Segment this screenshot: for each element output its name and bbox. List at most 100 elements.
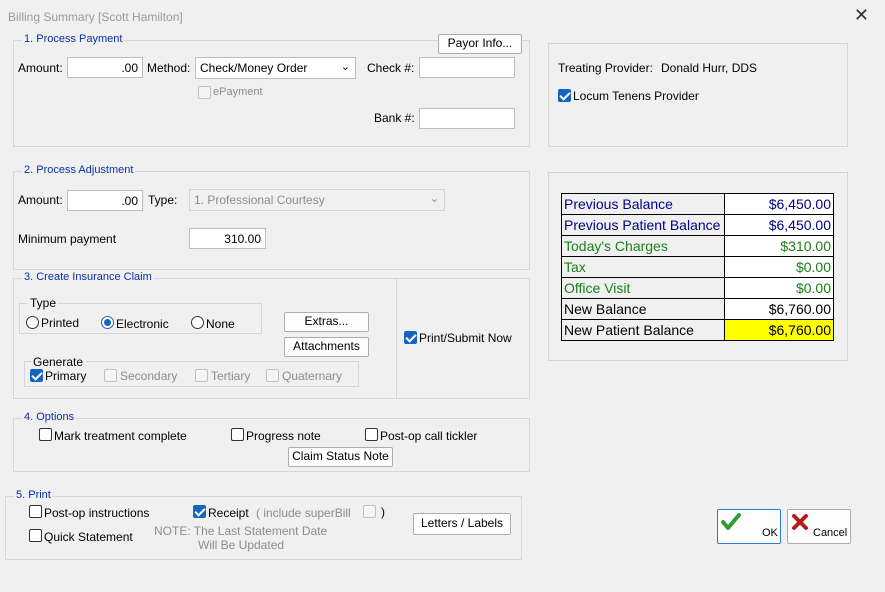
options-group: 4. Options (13, 411, 530, 472)
summary-label: Previous Patient Balance (561, 214, 725, 236)
type-none-label: None (206, 317, 235, 331)
summary-row: New Patient Balance $6,760.00 (561, 319, 834, 341)
type-electronic-radio[interactable] (101, 316, 114, 329)
summary-value: $6,450.00 (724, 193, 834, 215)
cancel-button[interactable]: Cancel (787, 509, 851, 544)
superbill-checkbox[interactable] (363, 505, 376, 518)
postop-tickler-checkbox[interactable] (365, 428, 378, 441)
generate-secondary-checkbox[interactable] (104, 369, 117, 382)
locum-tenens-label: Locum Tenens Provider (573, 89, 699, 103)
print-title: 5. Print (14, 489, 53, 501)
summary-value: $310.00 (724, 235, 834, 257)
treating-provider-label: Treating Provider: (558, 61, 653, 75)
adjustment-type-select[interactable]: 1. Professional Courtesy ⌄ (189, 189, 445, 211)
checkmark-icon (721, 513, 741, 530)
summary-value: $6,760.00 (724, 298, 834, 320)
adjustment-amount-input[interactable]: .00 (67, 190, 143, 211)
type-printed-radio[interactable] (26, 316, 39, 329)
close-paren-label: ) (381, 505, 385, 519)
check-number-input[interactable] (419, 57, 515, 78)
summary-value: $6,450.00 (724, 214, 834, 236)
quick-statement-label: Quick Statement (44, 530, 133, 544)
adjustment-type-label: Type: (148, 193, 178, 207)
minimum-payment-label: Minimum payment (18, 232, 117, 246)
check-label: Check #: (367, 61, 415, 75)
options-title: 4. Options (22, 411, 77, 423)
statement-note-line1: NOTE: The Last Statement Date (154, 524, 328, 538)
generate-quaternary-checkbox[interactable] (266, 369, 279, 382)
generate-label: Generate (31, 355, 86, 369)
mark-complete-label: Mark treatment complete (54, 429, 187, 443)
summary-row: Previous Balance $6,450.00 (561, 193, 834, 215)
bank-number-input[interactable] (419, 108, 515, 129)
summary-label: Tax (561, 256, 725, 278)
adjustment-type-value: 1. Professional Courtesy (194, 193, 325, 207)
process-payment-title: 1. Process Payment (22, 33, 125, 45)
claim-status-note-button[interactable]: Claim Status Note (288, 447, 393, 467)
ok-label: OK (762, 527, 778, 539)
method-value: Check/Money Order (200, 61, 308, 75)
method-select[interactable]: Check/Money Order ⌄ (195, 57, 356, 79)
process-adjustment-group: 2. Process Adjustment (13, 164, 530, 270)
payment-amount-input[interactable]: .00 (67, 57, 143, 78)
summary-row: Tax $0.00 (561, 256, 834, 278)
summary-value: $6,760.00 (724, 319, 834, 341)
generate-tertiary-label: Tertiary (211, 369, 251, 383)
summary-row: New Balance $6,760.00 (561, 298, 834, 320)
summary-row: Today's Charges $310.00 (561, 235, 834, 257)
locum-tenens-checkbox[interactable] (558, 89, 571, 102)
cancel-label: Cancel (813, 527, 848, 539)
summary-row: Previous Patient Balance $6,450.00 (561, 214, 834, 236)
print-submit-checkbox[interactable] (404, 331, 417, 344)
epayment-label: ePayment (213, 86, 263, 98)
method-label: Method: (147, 61, 191, 75)
include-superbill-label: ( include superBill (256, 506, 351, 520)
generate-tertiary-checkbox[interactable] (195, 369, 208, 382)
summary-value: $0.00 (724, 256, 834, 278)
bank-label: Bank #: (374, 111, 415, 125)
type-none-radio[interactable] (191, 316, 204, 329)
attachments-button[interactable]: Attachments (284, 337, 369, 357)
generate-primary-checkbox[interactable] (30, 369, 43, 382)
payment-amount-label: Amount: (18, 61, 63, 75)
postop-tickler-label: Post-op call tickler (380, 429, 478, 443)
summary-label: Office Visit (561, 277, 725, 299)
minimum-payment-input[interactable]: 310.00 (189, 228, 266, 249)
summary-label: Today's Charges (561, 235, 725, 257)
summary-label: New Patient Balance (561, 319, 725, 341)
progress-note-label: Progress note (246, 429, 321, 443)
payor-info-button[interactable]: Payor Info... (438, 34, 522, 54)
letters-labels-button[interactable]: Letters / Labels (413, 513, 511, 535)
claim-type-label: Type (28, 296, 59, 310)
chevron-down-icon: ⌄ (429, 193, 439, 205)
postop-instructions-checkbox[interactable] (29, 505, 42, 518)
receipt-checkbox[interactable] (193, 505, 206, 518)
window-title: Billing Summary [Scott Hamilton] (8, 10, 183, 24)
close-icon[interactable]: ✕ (854, 5, 869, 26)
ok-button[interactable]: OK (717, 509, 781, 544)
epayment-checkbox[interactable] (198, 86, 211, 99)
process-adjustment-title: 2. Process Adjustment (22, 164, 136, 176)
summary-row: Office Visit $0.00 (561, 277, 834, 299)
summary-value: $0.00 (724, 277, 834, 299)
extras-button[interactable]: Extras... (284, 312, 369, 332)
summary-label: New Balance (561, 298, 725, 320)
statement-note-line2: Will Be Updated (198, 538, 285, 552)
title-bar: Billing Summary [Scott Hamilton] ✕ (0, 0, 885, 30)
type-electronic-label: Electronic (116, 317, 169, 331)
mark-complete-checkbox[interactable] (39, 428, 52, 441)
adjustment-amount-label: Amount: (18, 193, 63, 207)
generate-primary-label: Primary (45, 369, 87, 383)
insurance-claim-title: 3. Create Insurance Claim (22, 271, 154, 283)
x-icon (792, 514, 808, 530)
generate-secondary-label: Secondary (120, 369, 178, 383)
receipt-label: Receipt (208, 506, 249, 520)
print-submit-label: Print/Submit Now (419, 331, 512, 345)
progress-note-checkbox[interactable] (231, 428, 244, 441)
type-printed-label: Printed (41, 316, 80, 330)
generate-quaternary-label: Quaternary (282, 369, 343, 383)
treating-provider-name: Donald Hurr, DDS (661, 61, 758, 75)
balance-summary-table: Previous Balance $6,450.00 Previous Patien… (561, 193, 834, 341)
chevron-down-icon: ⌄ (340, 61, 350, 73)
quick-statement-checkbox[interactable] (29, 529, 42, 542)
